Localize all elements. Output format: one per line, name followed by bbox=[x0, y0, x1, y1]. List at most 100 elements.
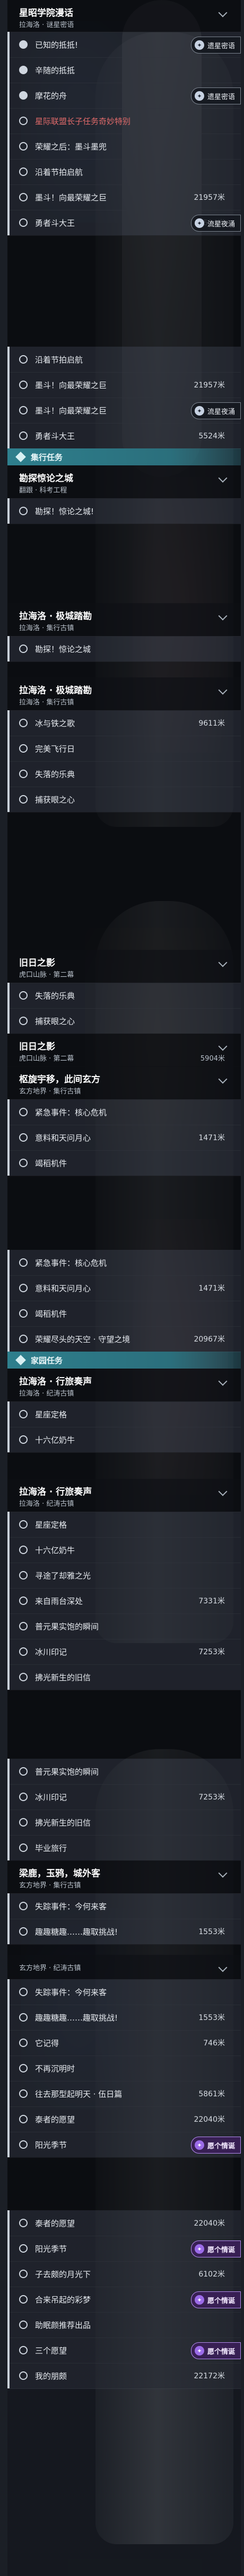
quest-item[interactable]: 它记得 746米 bbox=[7, 2030, 241, 2056]
quest-item[interactable]: 荣耀之后：墨斗墨兜 bbox=[7, 134, 241, 160]
quest-item[interactable]: 泰者的愿望 22040米 bbox=[7, 2210, 241, 2236]
event-tag-icon: ✦ bbox=[194, 2346, 204, 2356]
quest-item[interactable]: 星际联盟长子任务奇妙特别 bbox=[7, 108, 241, 134]
quest-chain-header[interactable]: 梁鹿，玉鸦，城外客 玄方地界 · 集行古镇 bbox=[7, 1860, 241, 1894]
quest-item[interactable]: 意料和天问月心 1471米 bbox=[7, 1275, 241, 1301]
quest-chain-header[interactable]: 玄方地界 · 纪涛古镇 bbox=[7, 1955, 241, 1980]
quest-item-label: 毕业旅行 bbox=[35, 1843, 67, 1853]
chevron-down-icon[interactable] bbox=[218, 611, 228, 621]
quest-chain-header[interactable]: 拉海洛 · 行旅奏声 拉海洛 · 纪涛古镇 bbox=[7, 1369, 241, 1402]
quest-item[interactable]: 荣耀尽头的天空 · 守望之境 20967米 bbox=[7, 1326, 241, 1352]
quest-item-marker bbox=[7, 1250, 10, 1275]
quest-distance: 746米 bbox=[203, 2039, 225, 2048]
quest-chain-header[interactable]: 旧日之影 虎口山脉 · 第二幕 5904米 bbox=[7, 1034, 241, 1067]
quest-item[interactable]: 拂光新生的旧信 bbox=[7, 1664, 241, 1690]
quest-item[interactable]: 失踪事件：今何来客 bbox=[7, 1893, 241, 1919]
event-tag[interactable]: ✦ 愿个情诞 bbox=[190, 2291, 241, 2308]
quest-status-icon bbox=[19, 2039, 28, 2047]
chevron-down-icon[interactable] bbox=[218, 473, 228, 483]
quest-item[interactable]: 勘探！惊论之城! bbox=[7, 498, 241, 524]
quest-item[interactable]: 冰与铁之歌 9611米 bbox=[7, 710, 241, 736]
chevron-down-icon[interactable] bbox=[218, 1042, 228, 1051]
quest-item[interactable]: 寻途了却雅之光 bbox=[7, 1563, 241, 1589]
quest-item[interactable]: 来自雨台深处 7331米 bbox=[7, 1588, 241, 1614]
quest-chain-header[interactable]: 星昭学院漫话 拉海洛 · 谜星密语 bbox=[7, 0, 241, 32]
quest-item[interactable]: 往去那型起明天 · 伍日篇 5861米 bbox=[7, 2081, 241, 2107]
event-tag[interactable]: ✦ 愿个情诞 bbox=[190, 2240, 241, 2257]
quest-item-marker bbox=[7, 398, 10, 423]
chevron-down-icon[interactable] bbox=[218, 1963, 228, 1972]
quest-item[interactable]: 冰川印记 7253米 bbox=[7, 1639, 241, 1665]
quest-item[interactable]: 普元果实饱的瞬间 bbox=[7, 1613, 241, 1639]
quest-item-label: 墨斗！向最荣耀之巨 bbox=[35, 192, 107, 202]
quest-item[interactable]: 失落的乐典 bbox=[7, 761, 241, 787]
event-tag[interactable]: ✦ 愿个情诞 bbox=[190, 2342, 241, 2359]
quest-chain-subtitle: 玄方地界 · 集行古镇 bbox=[19, 1088, 81, 1096]
quest-item[interactable]: 捕获眼之心 bbox=[7, 787, 241, 813]
quest-item[interactable]: 冰川印记 7253米 bbox=[7, 1784, 241, 1810]
quest-item[interactable]: 意料和天问月心 1471米 bbox=[7, 1125, 241, 1151]
quest-chain-title: 拉海洛 · 行旅奏声 bbox=[19, 1377, 92, 1387]
chevron-down-icon[interactable] bbox=[218, 1074, 228, 1084]
event-tag[interactable]: ✦ 遗星密语 bbox=[190, 87, 241, 104]
quest-item[interactable]: 毕业旅行 bbox=[7, 1835, 241, 1861]
quest-item-label: 勇者斗大王 bbox=[35, 431, 75, 441]
chevron-down-icon[interactable] bbox=[218, 685, 228, 695]
quest-item[interactable]: 普元果实饱的瞬间 bbox=[7, 1759, 241, 1785]
quest-chain-header[interactable]: 旧日之影 虎口山脉 · 第二幕 bbox=[7, 950, 241, 983]
quest-item[interactable]: 失踪事件：今何来客 bbox=[7, 1979, 241, 2005]
quest-item[interactable]: 紧急事件：核心危机 bbox=[7, 1250, 241, 1276]
quest-status-icon bbox=[19, 2013, 28, 2022]
event-tag[interactable]: ✦ 遗星密语 bbox=[190, 37, 241, 54]
quest-item[interactable]: 我的朋颇 22172米 bbox=[7, 2363, 241, 2389]
quest-item-marker bbox=[7, 2106, 10, 2132]
quest-item[interactable]: 墨斗！向最荣耀之巨 21957米 bbox=[7, 184, 241, 210]
quest-item[interactable]: 十六亿奶牛 bbox=[7, 1537, 241, 1563]
chevron-down-icon[interactable] bbox=[218, 8, 228, 17]
quest-item[interactable]: 趣趣糖趣……趣取挑战! 1553米 bbox=[7, 2005, 241, 2031]
quest-item-label: 趣趣糖趣……趣取挑战! bbox=[35, 1927, 118, 1937]
event-tag[interactable]: ✦ 流星夜涌 bbox=[190, 215, 241, 232]
list-divider bbox=[7, 661, 241, 677]
quest-item[interactable]: 勇者斗大王 5524米 bbox=[7, 423, 241, 449]
quest-chain-header[interactable]: 勘探惊论之城 翻跟 · 科考工程 bbox=[7, 465, 241, 499]
quest-item[interactable]: 沿着节拍启航 bbox=[7, 347, 241, 373]
quest-status-icon bbox=[19, 795, 28, 804]
quest-item[interactable]: 捕获眼之心 bbox=[7, 1008, 241, 1034]
quest-item-marker bbox=[7, 184, 10, 210]
quest-item[interactable]: 沿着节拍启航 bbox=[7, 159, 241, 185]
quest-item[interactable]: 子去颇的月光下 6102米 bbox=[7, 2261, 241, 2287]
chevron-down-icon[interactable] bbox=[218, 958, 228, 967]
quest-item[interactable]: 助眠颜推荐出品 bbox=[7, 2312, 241, 2338]
chevron-down-icon[interactable] bbox=[218, 1868, 228, 1878]
quest-chain-header[interactable]: 拉海洛 · 极城踏勘 拉海洛 · 集行古镇 bbox=[7, 603, 241, 637]
quest-item[interactable]: 墨斗！向最荣耀之巨 21957米 bbox=[7, 372, 241, 398]
event-tag-label: 愿个情诞 bbox=[207, 2348, 235, 2356]
quest-item[interactable]: 完美飞行日 bbox=[7, 736, 241, 762]
quest-item[interactable]: 星座定格 bbox=[7, 1401, 241, 1427]
quest-item[interactable]: 拂光新生的旧信 bbox=[7, 1810, 241, 1836]
quest-item[interactable]: 十六亿奶牛 bbox=[7, 1427, 241, 1453]
quest-item[interactable]: 星座定格 bbox=[7, 1512, 241, 1538]
quest-item[interactable]: 竭稻机件 bbox=[7, 1150, 241, 1176]
quest-chain-header[interactable]: 枢旋宇移，此间玄方 玄方地界 · 集行古镇 bbox=[7, 1066, 241, 1100]
quest-item[interactable]: 趣趣糖趣……趣取挑战! 1553米 bbox=[7, 1919, 241, 1945]
quest-item-marker bbox=[7, 1125, 10, 1150]
quest-item[interactable]: 失落的乐典 bbox=[7, 983, 241, 1009]
quest-item-label: 勘探！惊论之城 bbox=[35, 644, 91, 654]
quest-item[interactable]: 不再沉明时 bbox=[7, 2055, 241, 2081]
quest-status-icon bbox=[19, 1546, 28, 1554]
event-tag[interactable]: ✦ 流星夜涌 bbox=[190, 402, 241, 419]
quest-chain-header[interactable]: 拉海洛 · 行旅奏声 拉海洛 · 纪涛古镇 bbox=[7, 1479, 241, 1512]
quest-item[interactable]: 泰者的愿望 22040米 bbox=[7, 2106, 241, 2132]
quest-item[interactable]: 竭稻机件 bbox=[7, 1301, 241, 1327]
quest-item[interactable]: 紧急事件：核心危机 bbox=[7, 1099, 241, 1125]
event-tag[interactable]: ✦ 愿个情诞 bbox=[190, 2137, 241, 2154]
quest-item[interactable]: 辛随的抵抵 bbox=[7, 57, 241, 83]
quest-item[interactable]: 勘探！惊论之城 bbox=[7, 636, 241, 662]
quest-item-label: 失踪事件：今何来客 bbox=[35, 1901, 107, 1911]
list-divider bbox=[7, 524, 241, 603]
quest-chain-header[interactable]: 拉海洛 · 极城踏勘 拉海洛 · 集行古镇 bbox=[7, 677, 241, 711]
chevron-down-icon[interactable] bbox=[218, 1487, 228, 1496]
chevron-down-icon[interactable] bbox=[218, 1377, 228, 1386]
